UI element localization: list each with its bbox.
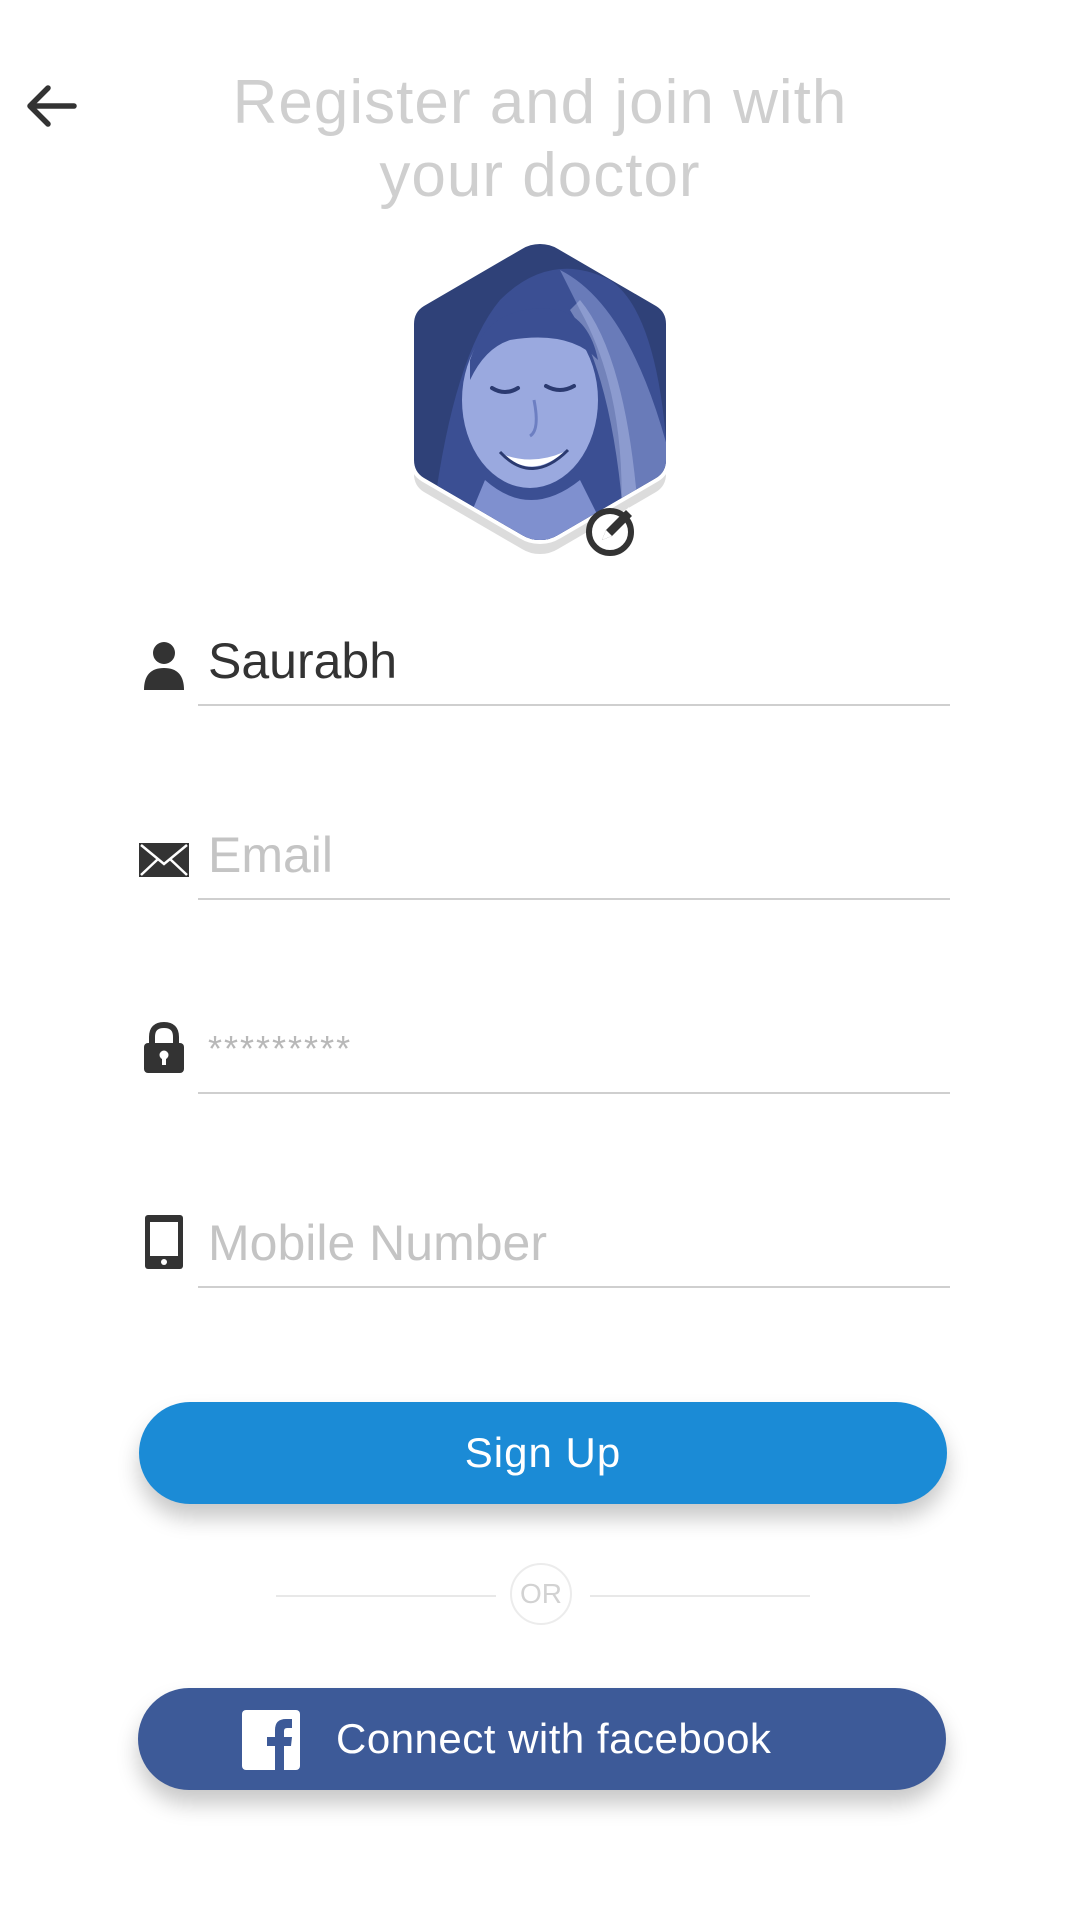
- pencil-circle-icon: [586, 507, 635, 556]
- back-button[interactable]: [14, 70, 86, 142]
- email-input[interactable]: [198, 820, 950, 900]
- mobile-phone-icon: [136, 1212, 192, 1272]
- page-title-line-2: your doctor: [379, 141, 701, 210]
- divider-line-right: [590, 1595, 810, 1597]
- avatar[interactable]: [390, 240, 690, 580]
- password-field-row: [130, 1004, 950, 1094]
- avatar-image: [410, 240, 670, 554]
- facebook-icon: [242, 1710, 300, 1770]
- name-field-row: [130, 616, 950, 706]
- name-input[interactable]: [198, 626, 950, 706]
- envelope-icon: [136, 830, 192, 890]
- or-label: OR: [510, 1563, 572, 1625]
- register-screen: Register and join with your doctor Saura…: [0, 0, 1080, 1920]
- page-title: Register and join with your doctor: [150, 66, 930, 212]
- mobile-number-input[interactable]: [198, 1208, 950, 1288]
- password-input[interactable]: [198, 1014, 950, 1094]
- or-divider: OR: [276, 1563, 810, 1629]
- email-field-row: [130, 810, 950, 900]
- mobile-field-row: [130, 1198, 950, 1288]
- person-icon: [136, 636, 192, 696]
- sign-up-button[interactable]: Sign Up: [139, 1402, 947, 1504]
- facebook-button-label: Connect with facebook: [336, 1715, 772, 1762]
- edit-avatar-button[interactable]: [582, 500, 642, 560]
- page-title-line-1: Register and join with: [232, 68, 848, 137]
- arrow-left-icon: [27, 85, 77, 127]
- lock-icon: [136, 1018, 192, 1078]
- connect-facebook-button[interactable]: Connect with facebook: [138, 1688, 946, 1790]
- divider-line-left: [276, 1595, 496, 1597]
